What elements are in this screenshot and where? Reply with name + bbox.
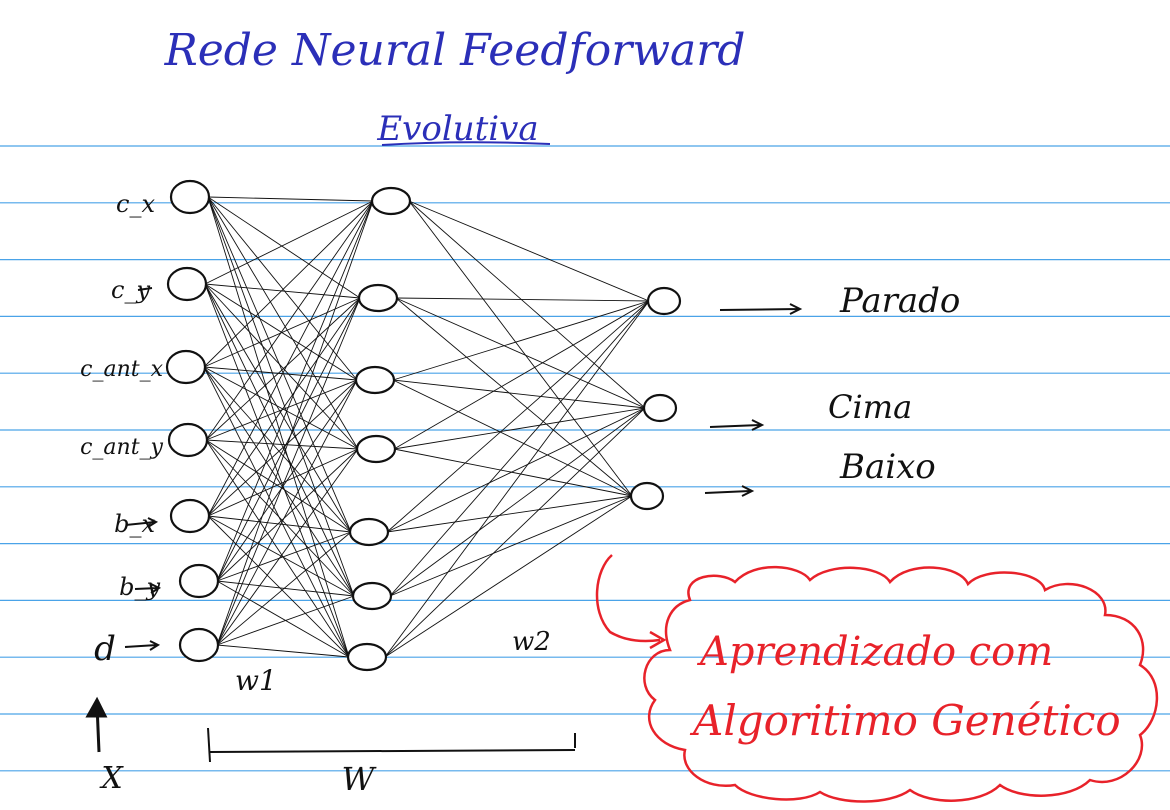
input-neuron: [167, 422, 209, 458]
weight-edge: [408, 200, 650, 302]
weight-edge: [384, 495, 633, 658]
input-neuron: [178, 563, 220, 599]
weight-edge: [384, 300, 650, 658]
weight-edge: [207, 196, 361, 299]
weight-label-w1: w1: [235, 664, 277, 697]
weight-edge: [216, 595, 355, 646]
ruled-lines: [0, 145, 1170, 772]
hidden-neuron: [348, 517, 390, 547]
weight-edge: [216, 448, 359, 582]
output-label-parado: Parado: [839, 281, 960, 321]
output-layer: [629, 286, 682, 511]
weight-edge: [216, 448, 359, 646]
arrow-parado: [719, 303, 803, 315]
input-neuron: [169, 498, 211, 534]
weight-edge: [393, 300, 650, 450]
weight-label-w2: w2: [512, 627, 551, 657]
input-vector-arrow: [85, 696, 108, 753]
weight-edge: [204, 283, 352, 533]
arrow-cima: [709, 419, 765, 431]
weight-edge: [389, 407, 646, 597]
output-label-cima: Cima: [828, 388, 912, 426]
weight-edge: [392, 379, 633, 497]
weight-edge: [408, 200, 633, 497]
output-neuron: [642, 393, 678, 423]
hidden-neuron: [346, 642, 388, 672]
weight-edge: [216, 297, 361, 646]
callout-line2: Algoritimo Genético: [689, 696, 1121, 745]
hidden-neuron: [354, 365, 396, 395]
weights-layer-1: [203, 196, 374, 658]
output-neuron: [646, 286, 682, 316]
weight-edge: [389, 495, 633, 597]
callout-cloud: [643, 565, 1159, 803]
title-line1: Rede Neural Feedforward: [164, 25, 746, 76]
weight-edge: [395, 297, 633, 497]
input-neuron: [166, 266, 208, 302]
input-vector-label: X: [99, 761, 124, 796]
weight-edge: [203, 366, 352, 533]
weight-edge: [203, 200, 374, 368]
weight-edge: [203, 366, 359, 450]
hidden-layer: [346, 186, 412, 672]
input-label-c-ant-y: c_ant_y: [80, 435, 163, 460]
weight-edge: [205, 439, 359, 450]
notebook-page: Rede Neural Feedforward Evolutiva c_x c_…: [0, 0, 1170, 810]
hidden-neuron: [357, 283, 399, 313]
weight-edge: [393, 407, 646, 450]
weights-layer-2: [384, 200, 650, 658]
input-neuron: [169, 179, 211, 215]
input-neuron: [165, 349, 207, 385]
weight-edge: [207, 200, 374, 517]
hidden-neuron: [355, 434, 397, 464]
weight-edge: [392, 300, 650, 381]
callout-pointer: [595, 554, 667, 650]
weight-edge: [389, 300, 650, 597]
input-neuron: [178, 627, 220, 663]
arrow-baixo: [704, 485, 755, 497]
weight-edge: [204, 283, 361, 299]
weights-bracket: [207, 727, 576, 763]
weight-edge: [216, 644, 350, 658]
hidden-neuron: [370, 186, 412, 216]
weight-edge: [203, 366, 350, 658]
input-layer: [165, 179, 220, 663]
weight-label-W: W: [342, 760, 378, 798]
weight-edge: [216, 531, 352, 582]
input-label-b-y: b_y: [119, 573, 160, 601]
input-label-c-x: c_x: [116, 190, 155, 218]
weight-edge: [386, 300, 650, 533]
arrow-d: [124, 640, 161, 651]
input-label-d: d: [94, 629, 116, 669]
weight-edge: [216, 379, 358, 646]
weight-edge: [207, 196, 358, 381]
callout-line1: Aprendizado com: [696, 629, 1053, 675]
weight-edge: [207, 196, 374, 202]
weight-edge: [408, 200, 646, 409]
weight-edge: [395, 297, 646, 409]
output-neuron: [629, 481, 665, 511]
output-label-baixo: Baixo: [839, 447, 936, 487]
diagram-canvas: Rede Neural Feedforward Evolutiva c_x c_…: [0, 25, 1170, 803]
input-label-c-ant-x: c_ant_x: [80, 357, 163, 382]
hidden-neuron: [351, 581, 393, 611]
weight-edge: [384, 407, 646, 658]
weight-edge: [392, 379, 646, 409]
output-arrows: [704, 303, 803, 497]
